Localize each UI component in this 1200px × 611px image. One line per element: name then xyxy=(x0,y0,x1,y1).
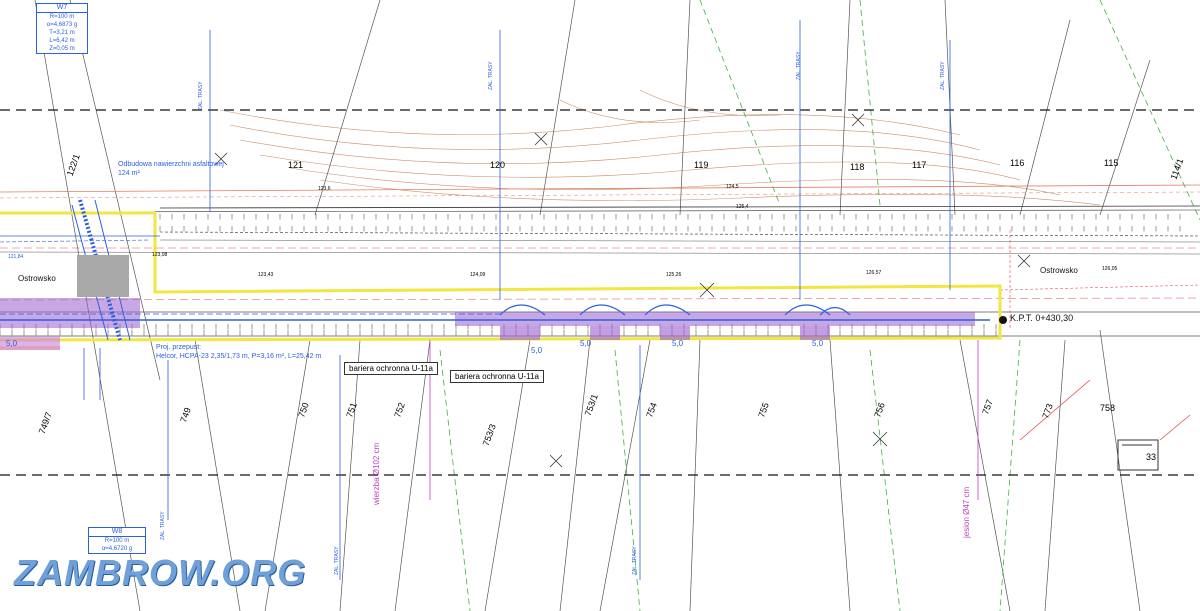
elevation-label: 124,09 xyxy=(470,272,486,278)
chainage-caption: ZAL. TRASY xyxy=(796,51,802,80)
label-przepust-line: Helcor, HCPA-23 2,35/1,73 m, P=3,16 m², … xyxy=(156,353,322,360)
curve-w7-line: L=6,42 m xyxy=(49,38,75,44)
curve-w8-box: W8 R=100 m α=4,6720 g xyxy=(88,527,146,554)
elevation-label: 126,57 xyxy=(866,270,882,276)
purple-strips xyxy=(0,298,975,350)
chainage-caption: ZAL. TRASY xyxy=(334,546,340,575)
parcel-number: 118 xyxy=(850,162,865,172)
site-plan-svg xyxy=(0,0,1200,611)
parcel-number: 115 xyxy=(1104,158,1119,168)
elevation-label: 125,26 xyxy=(666,272,682,278)
curve-w8-title: W8 xyxy=(89,528,145,537)
curve-w7-line: R=100 m xyxy=(49,14,75,20)
kpt-label: K.P.T. 0+430,30 xyxy=(1010,313,1074,323)
elevation-label: 124,5 xyxy=(726,184,739,190)
chainage-caption: ZAL. TRASY xyxy=(198,81,204,110)
place-label-right: Ostrowsko xyxy=(1040,266,1078,275)
dim-label: 5,0 xyxy=(672,339,684,348)
label-odbudowa-line: Odbudowa nawierzchni asfaltowej xyxy=(118,161,224,168)
dim-label: 5,0 xyxy=(6,339,18,348)
tree-lines xyxy=(429,340,979,500)
parcel-number: 116 xyxy=(1010,158,1025,168)
parcel-number: 121 xyxy=(288,160,304,170)
curve-w7-line: α=4,6873 g xyxy=(46,22,78,28)
parcel-number: 758 xyxy=(1100,403,1116,413)
elevation-label: 121,84 xyxy=(8,254,24,260)
chainage-caption: ZAL. TRASY xyxy=(940,61,946,90)
elevation-label: 123,08 xyxy=(152,252,168,258)
curve-w7-line: Z=0,05 m xyxy=(49,46,75,52)
kpt-marker xyxy=(999,316,1007,324)
label-przepust: Proj. przepust: Helcor, HCPA-23 2,35/1,7… xyxy=(156,343,321,361)
place-label-left: Ostrowsko xyxy=(18,274,56,283)
chainage-caption: ZAL. TRASY xyxy=(632,546,638,575)
chainage-caption: ZAL. TRASY xyxy=(488,61,494,90)
plan-drawing: W7 R=100 m α=4,6873 g T=3,21 m L=6,42 m … xyxy=(0,0,1200,611)
dim-label: 5,0 xyxy=(531,346,543,355)
tree-wierzba-label: wierzba Ø102 cm xyxy=(372,442,381,505)
grey-structure xyxy=(77,255,129,297)
barrier-label-2: bariera ochronna U-11a xyxy=(450,370,544,383)
chainage-caption: ZAL. TRASY xyxy=(160,511,166,540)
parcel-number: 119 xyxy=(694,160,709,170)
parcel-number: 117 xyxy=(912,160,927,170)
road-axis xyxy=(0,235,990,321)
elevation-label: 123,43 xyxy=(258,272,274,278)
curve-w7-box: W7 R=100 m α=4,6873 g T=3,21 m L=6,42 m … xyxy=(36,3,88,54)
elevation-label: 123,6 xyxy=(318,186,331,192)
elevation-label: 125,4 xyxy=(736,204,749,210)
chainage-lines xyxy=(83,20,951,580)
parcel-number: 120 xyxy=(490,160,506,170)
barrier-label-1: bariera ochronna U-11a xyxy=(344,362,438,375)
dim-label: 5,0 xyxy=(812,339,824,348)
elevation-label: 126,05 xyxy=(1102,266,1118,272)
curve-w7-line: T=3,21 m xyxy=(49,30,75,36)
label-przepust-line: Proj. przepust: xyxy=(156,344,202,351)
label-odbudowa-line: 124 m² xyxy=(118,170,140,177)
green-boundaries xyxy=(439,0,1200,611)
dim-label: 5,0 xyxy=(580,339,592,348)
parcel-number: 33 xyxy=(1146,452,1157,462)
curve-w8-line: R=100 m xyxy=(104,538,130,544)
watermark-logo: ZAMBROW.ORG xyxy=(14,552,307,593)
tree-jesion-label: jesion Ø47 cm xyxy=(962,486,971,538)
curve-w7-title: W7 xyxy=(37,4,87,13)
label-odbudowa: Odbudowa nawierzchni asfaltowej 124 m² xyxy=(118,160,224,178)
